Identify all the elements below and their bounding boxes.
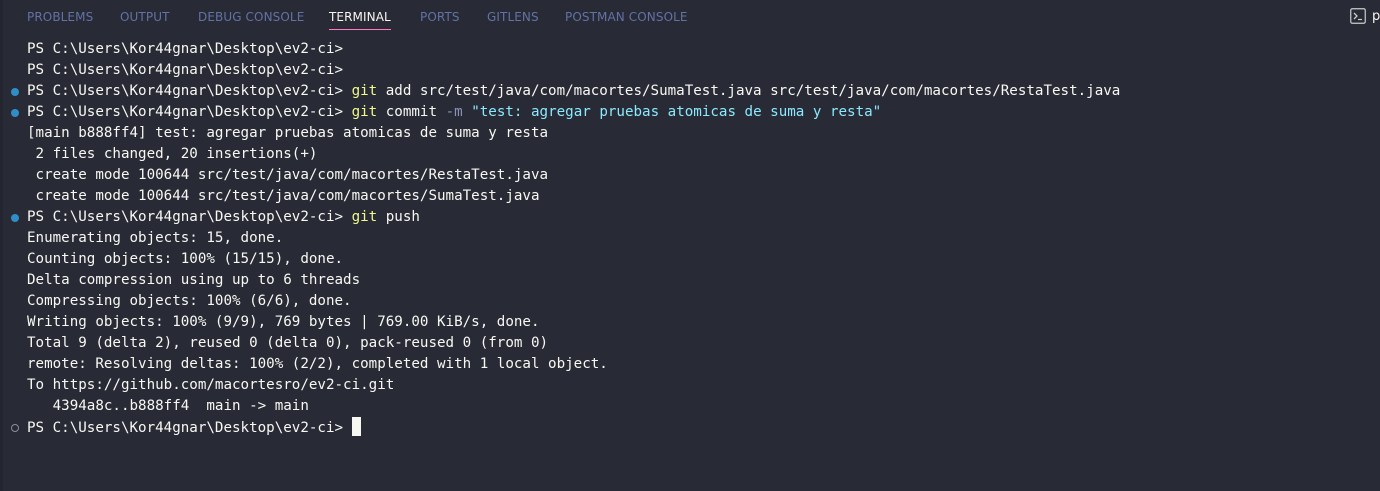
terminal-cursor [351,417,361,436]
terminal-prompt-line: PS C:\Users\Kor44gnar\Desktop\ev2-ci> gi… [27,102,881,123]
terminal-panel: PROBLEMS OUTPUT DEBUG CONSOLE TERMINAL P… [0,0,1380,491]
terminal-prompt-line: PS C:\Users\Kor44gnar\Desktop\ev2-ci> gi… [27,81,1120,102]
prompt-text: PS C:\Users\Kor44gnar\Desktop\ev2-ci> [27,420,352,436]
terminal-output-line: remote: Resolving deltas: 100% (2/2), co… [27,356,608,372]
prompt-text: PS C:\Users\Kor44gnar\Desktop\ev2-ci> [27,83,352,99]
command-success-decoration[interactable] [11,213,19,222]
tab-debug-console[interactable]: DEBUG CONSOLE [198,8,304,30]
terminal-name-label[interactable]: p [1372,8,1380,26]
command-name: git [351,83,378,99]
terminal-output[interactable]: PS C:\Users\Kor44gnar\Desktop\ev2-ci> PS… [0,39,1380,491]
prompt-text: PS C:\Users\Kor44gnar\Desktop\ev2-ci> [27,104,352,120]
command-string: "test: agregar pruebas atomicas de suma … [471,104,882,120]
command-pending-decoration[interactable] [11,423,19,432]
command-success-decoration[interactable] [11,87,19,96]
tab-output[interactable]: OUTPUT [120,8,170,30]
command-name: git [351,104,378,120]
terminal-output-line: To https://github.com/macortesro/ev2-ci.… [27,377,395,393]
terminal-prompt-line: PS C:\Users\Kor44gnar\Desktop\ev2-ci> [27,417,361,438]
terminal-output-line: [main b888ff4] test: agregar pruebas ato… [27,125,549,141]
terminal-output-line: Counting objects: 100% (15/15), done. [27,251,344,267]
terminal-output-line: Delta compression using up to 6 threads [27,272,361,288]
panel-tab-bar: PROBLEMS OUTPUT DEBUG CONSOLE TERMINAL P… [0,0,1380,34]
terminal-output-line: create mode 100644 src/test/java/com/mac… [27,167,549,183]
terminal-prompt-line: PS C:\Users\Kor44gnar\Desktop\ev2-ci> gi… [27,207,420,228]
terminal-output-line: Writing objects: 100% (9/9), 769 bytes |… [27,314,540,330]
command-args: commit [377,104,446,120]
terminal-output-line: 4394a8c..b888ff4 main -> main [27,398,309,414]
terminal-output-line: create mode 100644 src/test/java/com/mac… [27,188,540,204]
tab-terminal[interactable]: TERMINAL [329,8,391,30]
terminal-prompt-line: PS C:\Users\Kor44gnar\Desktop\ev2-ci> [27,60,352,81]
terminal-output-line: Compressing objects: 100% (6/6), done. [27,293,352,309]
command-args [463,104,472,120]
command-success-decoration[interactable] [11,108,19,117]
prompt-text: PS C:\Users\Kor44gnar\Desktop\ev2-ci> [27,41,352,57]
command-name: git [351,209,378,225]
tab-postman-console[interactable]: POSTMAN CONSOLE [565,8,688,30]
command-flag: -m [445,104,463,120]
tab-ports[interactable]: PORTS [420,8,460,30]
terminal-output-line: Total 9 (delta 2), reused 0 (delta 0), p… [27,335,549,351]
tab-problems[interactable]: PROBLEMS [27,8,93,30]
terminal-output-line: Enumerating objects: 15, done. [27,230,284,246]
prompt-text: PS C:\Users\Kor44gnar\Desktop\ev2-ci> [27,209,352,225]
terminal-prompt-line: PS C:\Users\Kor44gnar\Desktop\ev2-ci> [27,39,352,60]
command-args: push [377,209,420,225]
prompt-text: PS C:\Users\Kor44gnar\Desktop\ev2-ci> [27,62,352,78]
terminal-icon[interactable] [1350,8,1366,24]
tab-gitlens[interactable]: GITLENS [487,8,539,30]
terminal-output-line: 2 files changed, 20 insertions(+) [27,146,318,162]
command-args: add src/test/java/com/macortes/SumaTest.… [377,83,1121,99]
